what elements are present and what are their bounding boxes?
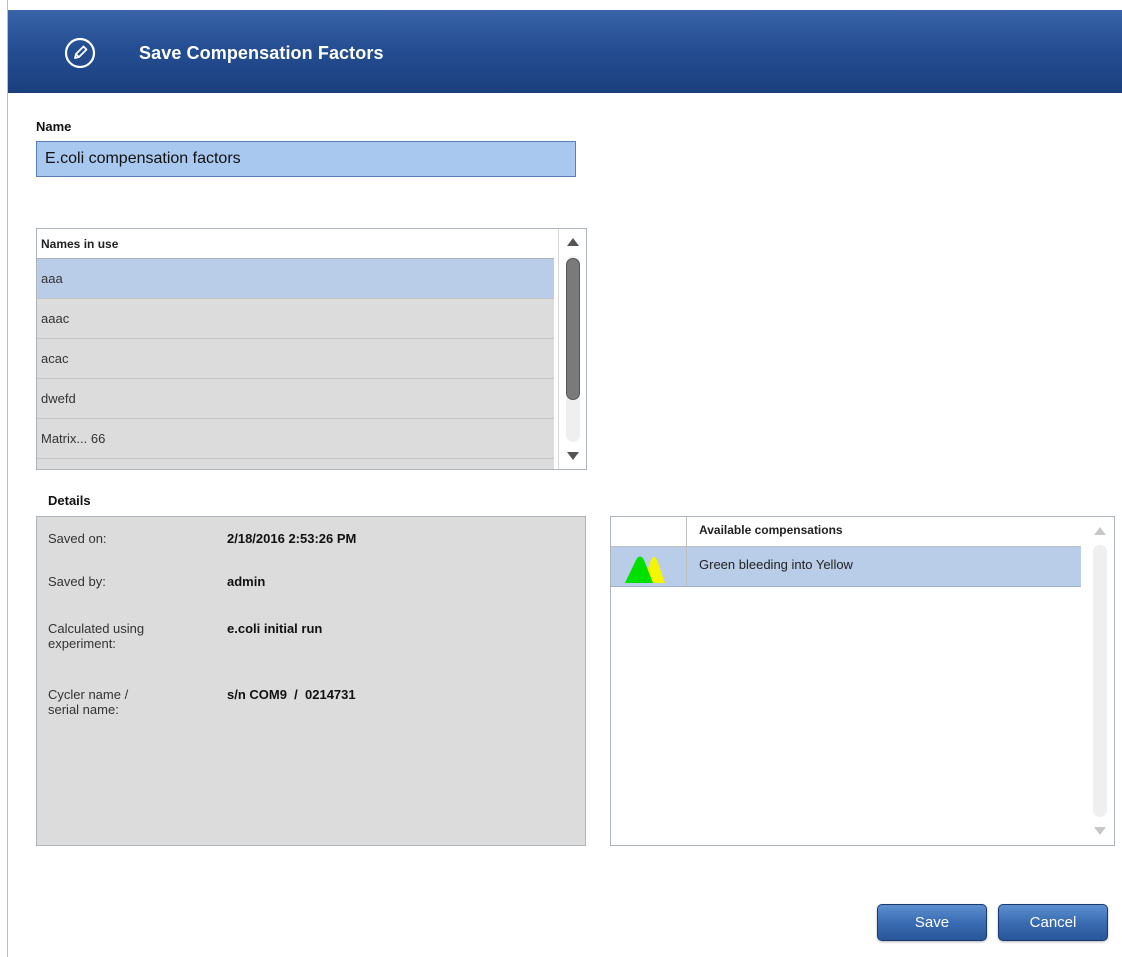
list-item[interactable]: Matrix... 66	[37, 419, 554, 459]
compensation-label: Green bleeding into Yellow	[699, 557, 853, 572]
green-yellow-peaks-icon	[625, 556, 665, 583]
name-input[interactable]	[36, 141, 576, 177]
cycler-name-label-line1: Cycler name /	[48, 687, 129, 702]
scroll-track[interactable]	[1093, 545, 1107, 817]
list-item[interactable]: dwefd	[37, 379, 554, 419]
scroll-down-icon[interactable]	[1094, 827, 1106, 835]
pencil-icon	[64, 37, 96, 69]
scroll-thumb[interactable]	[566, 258, 580, 400]
table-row[interactable]: Green bleeding into Yellow	[611, 547, 1081, 587]
list-item[interactable]: acac	[37, 339, 554, 379]
save-compensation-dialog: Save Compensation Factors Name Names in …	[7, 0, 1122, 957]
compensations-scrollbar[interactable]	[1086, 517, 1114, 845]
cycler-name-label: Cycler name / serial name:	[48, 687, 128, 717]
compensation-icon-cell	[611, 547, 687, 586]
name-label: Name	[36, 119, 72, 134]
calculated-using-label-line1: Calculated using	[48, 621, 145, 636]
dialog-title-bar: Save Compensation Factors	[8, 10, 1122, 93]
scroll-up-icon[interactable]	[1094, 527, 1106, 535]
cycler-name-value: s/n COM9 / 0214731	[227, 687, 356, 702]
list-item[interactable]: aaac	[37, 299, 554, 339]
details-panel: Saved on: 2/18/2016 2:53:26 PM Saved by:…	[36, 516, 586, 846]
save-button[interactable]: Save	[877, 904, 987, 941]
calculated-using-value: e.coli initial run	[227, 621, 323, 636]
available-compensations-header: Available compensations	[687, 517, 1081, 547]
dialog-title: Save Compensation Factors	[139, 43, 384, 63]
saved-by-value: admin	[227, 574, 266, 589]
names-scrollbar[interactable]	[558, 229, 586, 469]
calculated-using-label: Calculated using experiment:	[48, 621, 144, 651]
saved-by-label: Saved by:	[48, 574, 106, 589]
cancel-button[interactable]: Cancel	[998, 904, 1108, 941]
list-item-partial	[37, 459, 554, 469]
cycler-name-label-line2: serial name:	[48, 702, 119, 717]
saved-on-value: 2/18/2016 2:53:26 PM	[227, 531, 357, 546]
scroll-up-icon[interactable]	[567, 238, 579, 246]
saved-on-label: Saved on:	[48, 531, 107, 546]
available-compensations-table: Available compensations Green bleeding i…	[610, 516, 1115, 846]
scroll-down-icon[interactable]	[567, 452, 579, 460]
compensation-icon-column-header	[611, 517, 687, 547]
names-in-use-table: Names in use aaa aaac acac dwefd Matrix.…	[36, 228, 587, 470]
names-in-use-header: Names in use	[37, 229, 554, 259]
details-heading: Details	[48, 493, 91, 508]
list-item[interactable]: aaa	[37, 259, 554, 299]
calculated-using-label-line2: experiment:	[48, 636, 116, 651]
